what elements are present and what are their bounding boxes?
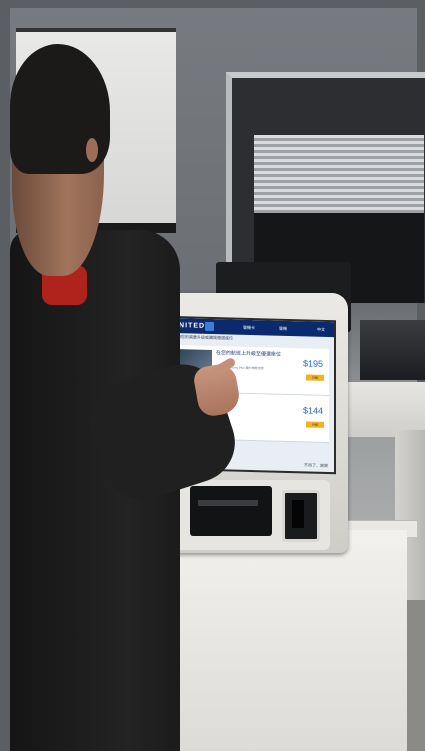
photo-scene: UNITED 登機卡 登機 中文 根據您的需要升級或購買優選座位 在您的航班上升… bbox=[0, 0, 425, 751]
header-item[interactable]: 登機卡 bbox=[243, 320, 255, 335]
header-item[interactable]: 登機 bbox=[279, 321, 287, 336]
language-toggle[interactable]: 中文 bbox=[317, 322, 325, 337]
roller-shutter bbox=[254, 135, 424, 213]
globe-icon bbox=[205, 321, 214, 332]
decline-link[interactable]: 不用了，謝謝 bbox=[304, 462, 328, 469]
offer-price: $195 bbox=[302, 358, 323, 369]
baggage-cart bbox=[360, 320, 425, 380]
person-ear bbox=[86, 138, 98, 162]
offer-price: $144 bbox=[302, 405, 323, 416]
upgrade-button[interactable]: 升級 bbox=[306, 374, 324, 381]
card-reader-slot bbox=[292, 500, 304, 528]
printer-slot bbox=[198, 500, 258, 506]
offer-title: 在您的航班上升級至優選座位 bbox=[216, 350, 282, 358]
boarding-pass-printer bbox=[190, 486, 272, 536]
upgrade-button[interactable]: 升級 bbox=[306, 421, 324, 428]
